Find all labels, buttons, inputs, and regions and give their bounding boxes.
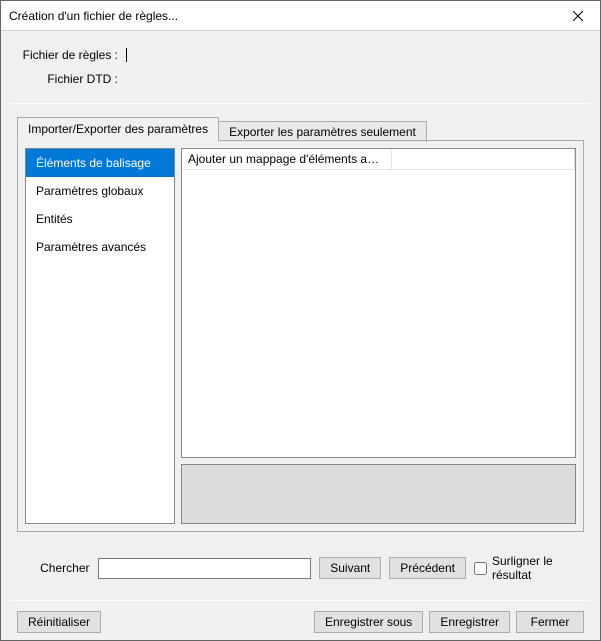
grid-header: Ajouter un mappage d'éléments avec ...	[182, 149, 575, 170]
close-window-button[interactable]	[555, 1, 600, 31]
previous-button[interactable]: Précédent	[389, 557, 466, 579]
search-row: Chercher Suivant Précédent Surligner le …	[17, 554, 584, 582]
dtd-file-row: Fichier DTD :	[19, 67, 582, 91]
sidebar-item-label: Entités	[36, 212, 73, 226]
dtd-file-label: Fichier DTD :	[19, 72, 124, 86]
divider	[11, 600, 590, 601]
button-label: Précédent	[400, 561, 455, 575]
reset-button[interactable]: Réinitialiser	[17, 611, 101, 633]
preview-box	[181, 464, 576, 524]
button-label: Réinitialiser	[28, 615, 90, 629]
sidebar-item-label: Paramètres globaux	[36, 184, 143, 198]
button-label: Fermer	[531, 615, 570, 629]
sidebar-item-markup-elements[interactable]: Éléments de balisage	[26, 149, 174, 177]
grid-col-header-1[interactable]: Ajouter un mappage d'éléments avec ...	[182, 149, 392, 169]
sidebar-item-global-params[interactable]: Paramètres globaux	[26, 177, 174, 205]
tab-strip: Importer/Exporter des paramètres Exporte…	[17, 116, 584, 140]
search-input[interactable]	[98, 558, 312, 579]
file-info-section: Fichier de règles : Fichier DTD :	[1, 31, 600, 99]
bottom-button-row: Réinitialiser Enregistrer sous Enregistr…	[17, 611, 584, 633]
tab-label: Exporter les paramètres seulement	[229, 125, 416, 139]
mapping-grid[interactable]: Ajouter un mappage d'éléments avec ...	[181, 148, 576, 458]
button-label: Enregistrer sous	[325, 615, 412, 629]
sidebar-item-entities[interactable]: Entités	[26, 205, 174, 233]
button-label: Enregistrer	[440, 615, 499, 629]
next-button[interactable]: Suivant	[319, 557, 381, 579]
sidebar-item-label: Paramètres avancés	[36, 240, 146, 254]
tab-panel: Éléments de balisage Paramètres globaux …	[17, 140, 584, 532]
save-as-button[interactable]: Enregistrer sous	[314, 611, 423, 633]
grid-col-header-2[interactable]	[392, 149, 575, 169]
save-button[interactable]: Enregistrer	[429, 611, 510, 633]
dtd-file-value	[124, 70, 582, 88]
window-title: Création d'un fichier de règles...	[9, 9, 178, 23]
grid-body[interactable]	[182, 170, 575, 457]
close-icon	[573, 11, 583, 21]
title-bar: Création d'un fichier de règles...	[1, 1, 600, 31]
sidebar-item-advanced-params[interactable]: Paramètres avancés	[26, 233, 174, 261]
rules-file-label: Fichier de règles :	[19, 48, 124, 62]
right-pane: Ajouter un mappage d'éléments avec ...	[181, 148, 576, 524]
tab-export-only[interactable]: Exporter les paramètres seulement	[218, 121, 427, 142]
divider	[11, 103, 590, 104]
tab-label: Importer/Exporter des paramètres	[28, 122, 208, 136]
tab-area: Importer/Exporter des paramètres Exporte…	[17, 116, 584, 532]
highlight-checkbox-input[interactable]	[474, 562, 487, 575]
button-label: Suivant	[330, 561, 370, 575]
category-list[interactable]: Éléments de balisage Paramètres globaux …	[25, 148, 175, 524]
rules-file-row: Fichier de règles :	[19, 43, 582, 67]
rules-file-value	[127, 46, 582, 64]
close-button[interactable]: Fermer	[516, 611, 584, 633]
sidebar-item-label: Éléments de balisage	[36, 156, 151, 170]
highlight-checkbox-label: Surligner le résultat	[492, 554, 584, 582]
tab-import-export[interactable]: Importer/Exporter des paramètres	[17, 117, 219, 141]
search-label: Chercher	[17, 561, 90, 575]
highlight-checkbox[interactable]: Surligner le résultat	[474, 554, 584, 582]
